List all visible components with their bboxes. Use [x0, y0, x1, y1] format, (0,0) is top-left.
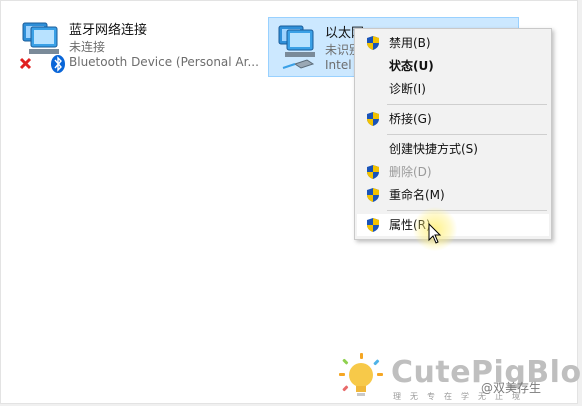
menu-separator: [387, 134, 547, 135]
menu-item-label: 诊断(I): [389, 82, 426, 96]
watermark: CutePigBlog 理无专在学无止境 @双美存生: [335, 351, 582, 406]
watermark-credit: @双美存生: [481, 381, 542, 395]
menu-separator: [387, 104, 547, 105]
network-bluetooth-icon: [19, 22, 65, 73]
uac-shield-icon: [367, 188, 379, 202]
menu-item-diagnose[interactable]: 诊断(I): [357, 78, 549, 100]
menu-item-label: 禁用(B): [389, 36, 431, 50]
uac-shield-icon: [367, 112, 379, 126]
menu-item-label: 状态(U): [389, 59, 434, 73]
menu-item-label: 创建快捷方式(S): [389, 142, 478, 156]
menu-item-rename[interactable]: 重命名(M): [357, 184, 549, 206]
connection-device: Bluetooth Device (Personal Ar...: [69, 55, 259, 69]
mouse-pointer-icon: [428, 223, 442, 244]
network-connections-window: 蓝牙网络连接 未连接 Bluetooth Device (Personal Ar…: [0, 0, 582, 404]
context-menu: 禁用(B) 状态(U) 诊断(I) 桥接(G) 创建快捷方式(S) 删除(D) …: [354, 28, 552, 240]
connection-device: Intel: [325, 58, 352, 72]
menu-item-delete[interactable]: 删除(D): [357, 161, 549, 183]
menu-item-label: 桥接(G): [389, 112, 432, 126]
menu-item-status[interactable]: 状态(U): [357, 55, 549, 77]
menu-item-bridge[interactable]: 桥接(G): [357, 108, 549, 130]
uac-shield-icon: [367, 36, 379, 50]
menu-separator: [387, 210, 547, 211]
connection-item-bluetooth[interactable]: 蓝牙网络连接 未连接 Bluetooth Device (Personal Ar…: [13, 15, 263, 75]
menu-item-label: 删除(D): [389, 165, 432, 179]
network-ethernet-icon: [278, 25, 315, 69]
menu-item-create-shortcut[interactable]: 创建快捷方式(S): [357, 138, 549, 160]
lightbulb-logo-icon: [339, 353, 383, 396]
connection-name: 蓝牙网络连接: [69, 23, 148, 38]
connection-status: 未连接: [69, 40, 106, 54]
menu-item-disable[interactable]: 禁用(B): [357, 32, 549, 54]
uac-shield-icon: [367, 165, 379, 179]
menu-item-label: 重命名(M): [389, 188, 445, 202]
uac-shield-icon: [367, 218, 379, 232]
